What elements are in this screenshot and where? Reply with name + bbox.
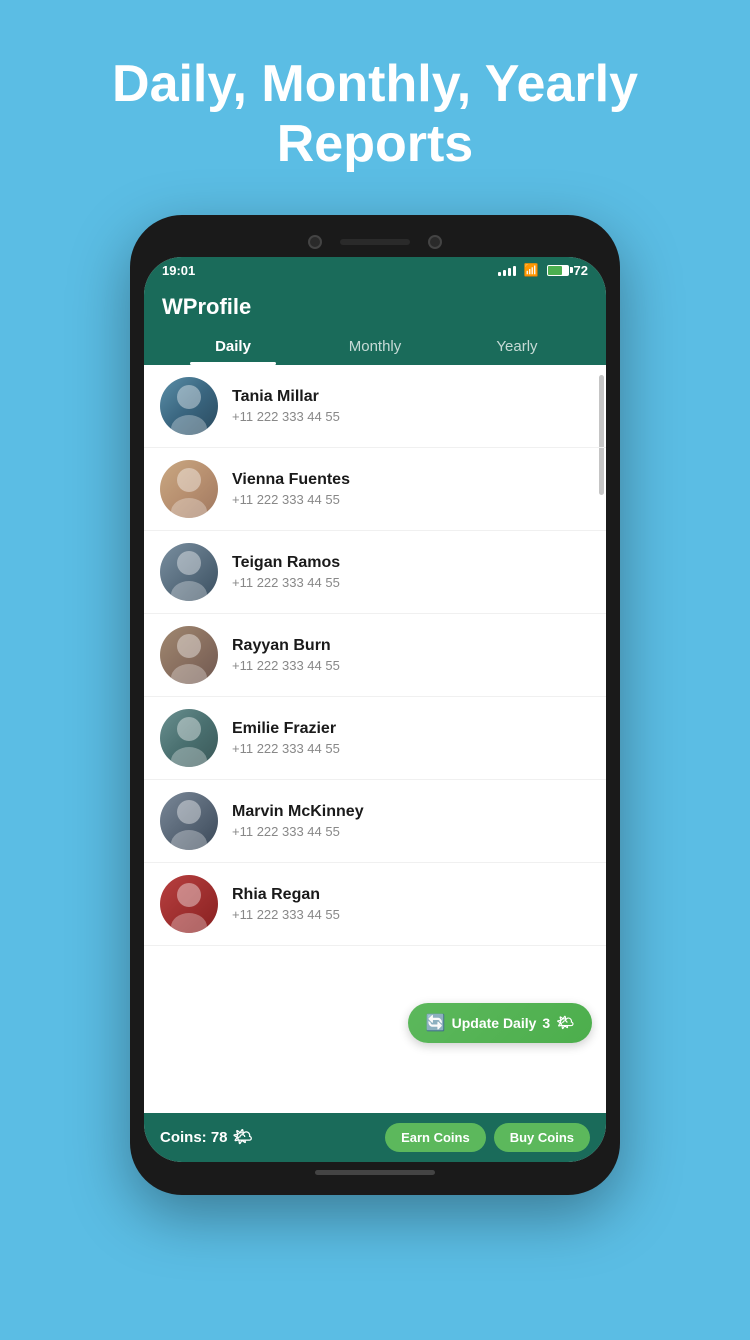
camera-right — [428, 235, 442, 249]
update-daily-label: Update Daily — [452, 1015, 537, 1031]
status-bar: 19:01 📶 72 — [144, 257, 606, 284]
camera-left — [308, 235, 322, 249]
contact-phone: +11 222 333 44 55 — [232, 409, 590, 424]
contact-name: Emilie Frazier — [232, 720, 590, 738]
app-bar: WProfile Daily Monthly Yearly — [144, 284, 606, 365]
speaker — [340, 239, 410, 245]
update-count: 3 — [542, 1015, 550, 1031]
status-time: 19:01 — [162, 263, 195, 278]
refresh-icon: 🔄 — [426, 1013, 446, 1033]
list-item[interactable]: Rayyan Burn +11 222 333 44 55 — [144, 614, 606, 697]
list-item[interactable]: Rhia Regan +11 222 333 44 55 — [144, 863, 606, 946]
bottom-buttons: Earn Coins Buy Coins — [385, 1123, 590, 1152]
contact-info: Rhia Regan +11 222 333 44 55 — [232, 886, 590, 922]
avatar — [160, 875, 218, 933]
contact-phone: +11 222 333 44 55 — [232, 492, 590, 507]
buy-coins-button[interactable]: Buy Coins — [494, 1123, 590, 1152]
update-daily-button[interactable]: 🔄 Update Daily 3 🌤 — [408, 1003, 592, 1043]
contact-info: Emilie Frazier +11 222 333 44 55 — [232, 720, 590, 756]
avatar — [160, 460, 218, 518]
contact-list: Tania Millar +11 222 333 44 55 Vienna Fue… — [144, 365, 606, 1113]
phone-screen: 19:01 📶 72 WProfile Daily Monthly Yearly — [144, 257, 606, 1162]
status-icons: 📶 72 — [498, 263, 588, 278]
list-item[interactable]: Tania Millar +11 222 333 44 55 — [144, 365, 606, 448]
tab-yearly[interactable]: Yearly — [446, 328, 588, 365]
contact-info: Rayyan Burn +11 222 333 44 55 — [232, 637, 590, 673]
contact-phone: +11 222 333 44 55 — [232, 658, 590, 673]
list-item[interactable]: Marvin McKinney +11 222 333 44 55 — [144, 780, 606, 863]
coins-label: Coins: 78 — [160, 1129, 228, 1146]
app-title: WProfile — [162, 294, 588, 328]
avatar — [160, 543, 218, 601]
contact-phone: +11 222 333 44 55 — [232, 907, 590, 922]
contact-name: Rhia Regan — [232, 886, 590, 904]
signal-icon — [498, 264, 516, 276]
update-emoji: 🌤 — [556, 1014, 574, 1031]
contact-phone: +11 222 333 44 55 — [232, 824, 590, 839]
contact-name: Marvin McKinney — [232, 803, 590, 821]
wifi-icon: 📶 — [524, 263, 539, 277]
contact-info: Tania Millar +11 222 333 44 55 — [232, 388, 590, 424]
contact-name: Vienna Fuentes — [232, 471, 590, 489]
list-item[interactable]: Teigan Ramos +11 222 333 44 55 — [144, 531, 606, 614]
bottom-bar: Coins: 78 🌤 Earn Coins Buy Coins — [144, 1113, 606, 1162]
tab-monthly[interactable]: Monthly — [304, 328, 446, 365]
contact-info: Teigan Ramos +11 222 333 44 55 — [232, 554, 590, 590]
avatar — [160, 377, 218, 435]
tab-daily[interactable]: Daily — [162, 328, 304, 365]
avatar — [160, 709, 218, 767]
contact-info: Vienna Fuentes +11 222 333 44 55 — [232, 471, 590, 507]
phone-bottom — [144, 1162, 606, 1181]
list-item[interactable]: Vienna Fuentes +11 222 333 44 55 — [144, 448, 606, 531]
contact-info: Marvin McKinney +11 222 333 44 55 — [232, 803, 590, 839]
phone-notch — [144, 229, 606, 257]
avatar — [160, 626, 218, 684]
home-indicator — [315, 1170, 435, 1175]
contact-phone: +11 222 333 44 55 — [232, 741, 590, 756]
tabs-container: Daily Monthly Yearly — [162, 328, 588, 365]
contact-name: Tania Millar — [232, 388, 590, 406]
coins-display: Coins: 78 🌤 — [160, 1127, 253, 1147]
battery-icon — [547, 265, 569, 276]
avatar — [160, 792, 218, 850]
earn-coins-button[interactable]: Earn Coins — [385, 1123, 486, 1152]
phone-frame: 19:01 📶 72 WProfile Daily Monthly Yearly — [130, 215, 620, 1195]
coins-cloud-icon: 🌤 — [233, 1127, 253, 1147]
battery-pct: 72 — [574, 263, 588, 278]
list-item[interactable]: Emilie Frazier +11 222 333 44 55 — [144, 697, 606, 780]
contact-name: Teigan Ramos — [232, 554, 590, 572]
contact-phone: +11 222 333 44 55 — [232, 575, 590, 590]
contact-name: Rayyan Burn — [232, 637, 590, 655]
page-headline: Daily, Monthly, Yearly Reports — [0, 55, 750, 175]
